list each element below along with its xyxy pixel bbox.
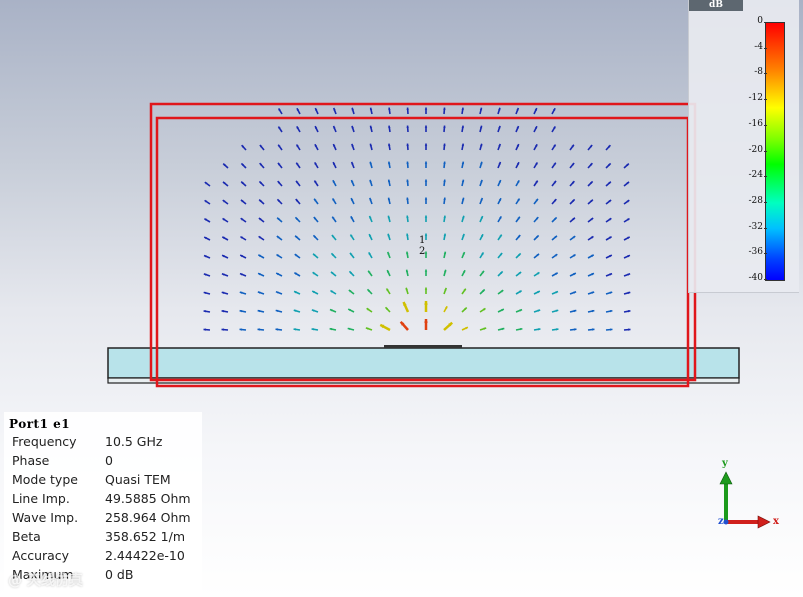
field-arrows xyxy=(203,107,631,378)
port-info-row: Line Imp. 49.5885 Ohm xyxy=(12,491,202,510)
port-info-value: 2.44422e-10 xyxy=(105,548,185,563)
port-info-value: 358.652 1/m xyxy=(105,529,186,544)
port-info-row: Mode type Quasi TEM xyxy=(12,472,202,491)
port-marker-2: 2 xyxy=(419,246,426,257)
field-arrow-head xyxy=(424,125,428,128)
legend-tick-mark xyxy=(764,279,767,280)
field-arrow-head xyxy=(424,107,428,110)
port-info-row: Frequency 10.5 GHz xyxy=(12,434,202,453)
legend-tick-label: -4 xyxy=(754,41,763,52)
port-info-label: Beta xyxy=(12,529,41,544)
legend-tick-mark xyxy=(764,22,767,23)
port-info-value: 49.5885 Ohm xyxy=(105,491,191,506)
legend-tick-label: -8 xyxy=(754,67,763,78)
field-arrow-head xyxy=(424,269,428,272)
port-info-row: Phase 0 xyxy=(12,453,202,472)
legend-tick-label: 0 xyxy=(757,16,763,26)
legend-title: dB xyxy=(689,0,743,11)
field-arrow-head xyxy=(424,301,428,305)
legend-tick-mark xyxy=(764,47,767,49)
legend-tick-label: -36 xyxy=(748,247,764,258)
field-arrow-head xyxy=(424,161,428,164)
port-info-label: Wave Imp. xyxy=(12,510,79,525)
legend-tick-label: -20 xyxy=(748,144,764,155)
legend-tick-mark xyxy=(764,150,767,152)
field-arrow-head xyxy=(424,179,428,182)
field-arrow-head xyxy=(424,215,428,218)
legend-tick-mark xyxy=(764,73,767,75)
watermark: @ 天线仿真 xyxy=(8,573,83,589)
axes-gizmo: y z x xyxy=(712,458,792,532)
port-marker-1: 1 xyxy=(419,235,426,246)
port-info-panel: Port1 e1 Frequency 10.5 GHz Phase 0 Mode typ… xyxy=(4,412,202,594)
field-arrow-head xyxy=(424,319,428,323)
legend-tick-mark xyxy=(764,124,767,126)
port-info-value: 10.5 GHz xyxy=(105,434,163,449)
axes-icon xyxy=(719,471,771,529)
legend-tick-label: -32 xyxy=(748,221,764,232)
legend-tick-label: -24 xyxy=(748,170,764,181)
port-info-row: Wave Imp. 258.964 Ohm xyxy=(12,510,202,529)
z-axis-label: z xyxy=(718,516,724,527)
field-arrow-head xyxy=(424,143,428,146)
legend-tick-mark xyxy=(764,99,767,101)
port-info-value: 0 xyxy=(105,453,113,468)
port-info-value: 0 dB xyxy=(105,567,134,582)
field-arrow-head xyxy=(424,197,428,200)
port-info-label: Line Imp. xyxy=(12,491,70,506)
port-info-label: Frequency xyxy=(12,434,77,449)
port-info-label: Phase xyxy=(12,453,50,468)
legend-tick-mark xyxy=(764,253,767,255)
legend-tick-mark xyxy=(764,227,767,229)
strip-conductor xyxy=(384,345,462,348)
legend-tick-label: -16 xyxy=(748,118,764,129)
port-info-label: Mode type xyxy=(12,472,78,487)
legend-tick-mark xyxy=(764,201,767,203)
field-arrow-head xyxy=(424,287,428,290)
port-info-title: Port1 e1 xyxy=(9,417,71,431)
port-info-row: Beta 358.652 1/m xyxy=(12,529,202,548)
legend-tick-label: -40 xyxy=(748,273,764,283)
legend-tick-mark xyxy=(764,176,767,178)
color-legend: dB 0 -4 -8 -12 -16 -20 -24 -28 -32 -36 -40 xyxy=(688,0,799,293)
port-info-value: 258.964 Ohm xyxy=(105,510,191,525)
legend-tick-label: -12 xyxy=(748,93,764,104)
port-info-value: Quasi TEM xyxy=(105,472,171,487)
port-info-row: Accuracy 2.44422e-10 xyxy=(12,548,202,567)
legend-tick-label: -28 xyxy=(748,195,764,206)
y-axis-label: y xyxy=(722,458,728,469)
x-axis-label: x xyxy=(773,516,779,527)
port-info-label: Accuracy xyxy=(12,548,70,563)
substrate xyxy=(107,347,740,379)
legend-colorbar xyxy=(765,22,785,281)
